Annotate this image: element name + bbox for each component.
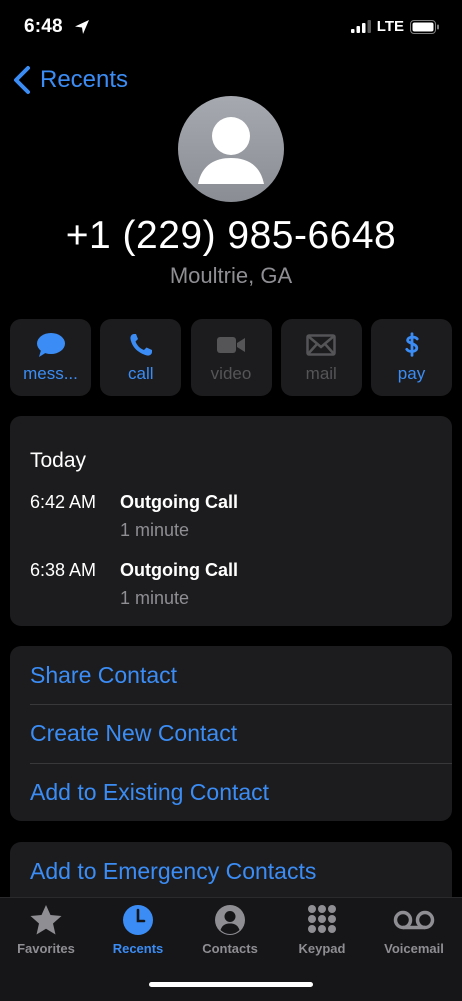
add-to-existing-contact-button[interactable]: Add to Existing Contact bbox=[30, 779, 269, 806]
tab-contacts[interactable]: Contacts bbox=[184, 904, 276, 956]
tab-label: Favorites bbox=[17, 941, 75, 956]
action-buttons: mess... call video mail pay bbox=[10, 319, 452, 396]
person-silhouette-icon bbox=[198, 117, 264, 184]
call-history-card: Today 6:42 AM Outgoing Call 1 minute 6:3… bbox=[10, 416, 452, 626]
phone-number: +1 (229) 985-6648 bbox=[65, 214, 397, 257]
clock-icon bbox=[123, 905, 153, 935]
video-button[interactable]: video bbox=[190, 319, 272, 396]
divider bbox=[30, 704, 452, 705]
back-button[interactable]: Recents bbox=[10, 64, 128, 96]
call-duration: 1 minute bbox=[120, 520, 190, 540]
mail-label: mail bbox=[305, 363, 337, 383]
caller-location: Moultrie, GA bbox=[169, 263, 293, 288]
message-icon bbox=[36, 332, 65, 357]
history-day: Today bbox=[30, 449, 87, 472]
person-circle-icon bbox=[215, 905, 245, 935]
call-type: Outgoing Call bbox=[120, 492, 238, 512]
call-label: call bbox=[127, 363, 154, 383]
keypad-icon bbox=[308, 905, 336, 933]
network-type: LTE bbox=[376, 18, 404, 35]
pay-button[interactable]: pay bbox=[371, 319, 452, 396]
call-time: 6:38 AM bbox=[30, 560, 97, 580]
tab-recents[interactable]: Recents bbox=[92, 904, 184, 956]
contact-options-card: Share Contact Create New Contact Add to … bbox=[10, 646, 452, 821]
tab-keypad[interactable]: Keypad bbox=[276, 904, 368, 956]
status-indicators: LTE bbox=[350, 18, 440, 35]
add-emergency-contact-button[interactable]: Add to Emergency Contacts bbox=[30, 858, 316, 885]
location-arrow-icon bbox=[75, 20, 89, 34]
call-type: Outgoing Call bbox=[120, 560, 238, 580]
message-button[interactable]: mess... bbox=[10, 319, 91, 396]
status-time: 6:48 bbox=[24, 16, 63, 37]
message-label: mess... bbox=[23, 363, 78, 383]
chevron-left-icon bbox=[14, 66, 30, 94]
signal-icon bbox=[350, 20, 371, 33]
mail-button[interactable]: mail bbox=[280, 319, 362, 396]
tab-label: Keypad bbox=[298, 941, 346, 956]
call-duration: 1 minute bbox=[120, 588, 190, 608]
dollar-icon bbox=[404, 331, 419, 357]
mail-icon bbox=[306, 333, 336, 356]
tab-label: Recents bbox=[112, 941, 164, 956]
create-new-contact-button[interactable]: Create New Contact bbox=[30, 720, 237, 747]
tab-voicemail[interactable]: Voicemail bbox=[368, 904, 460, 956]
avatar bbox=[178, 96, 284, 202]
tab-label: Voicemail bbox=[384, 941, 444, 956]
star-icon bbox=[30, 905, 62, 935]
call-button[interactable]: call bbox=[100, 319, 182, 396]
call-time: 6:42 AM bbox=[30, 492, 97, 512]
video-label: video bbox=[210, 363, 252, 383]
tab-label: Contacts bbox=[202, 941, 258, 956]
pay-label: pay bbox=[397, 363, 426, 383]
share-contact-button[interactable]: Share Contact bbox=[30, 662, 177, 689]
tab-favorites[interactable]: Favorites bbox=[0, 904, 92, 956]
home-indicator[interactable] bbox=[149, 982, 313, 987]
phone-icon bbox=[130, 333, 152, 356]
divider bbox=[30, 763, 452, 764]
video-icon bbox=[217, 336, 245, 353]
back-label: Recents bbox=[40, 66, 129, 93]
battery-icon bbox=[410, 19, 439, 34]
voicemail-icon bbox=[393, 910, 435, 930]
